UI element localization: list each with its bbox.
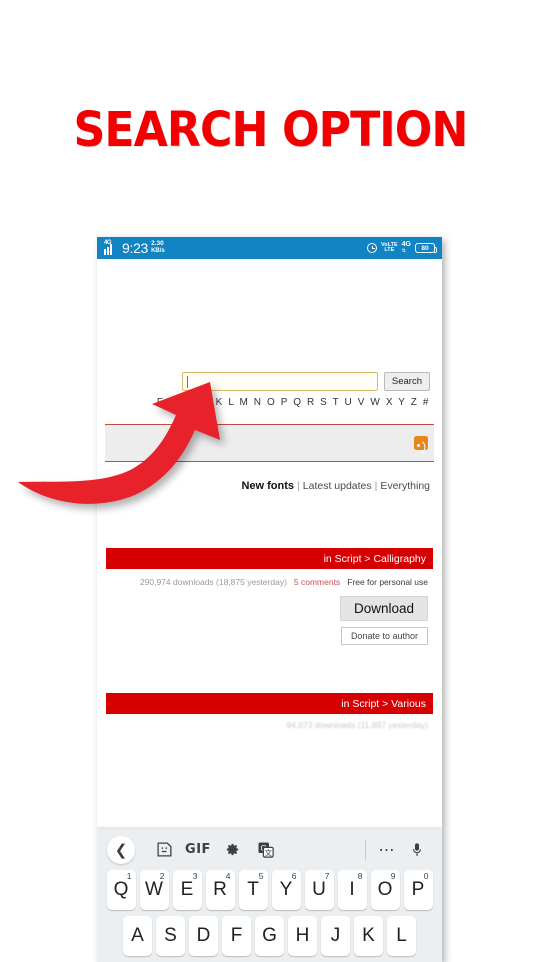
volte-label-bottom: LTE <box>384 247 395 253</box>
text-caret <box>186 376 188 388</box>
key-superscript: 7 <box>324 871 330 881</box>
alarm-clock-icon <box>367 243 378 253</box>
result-category-bar-2[interactable]: in Script > Various <box>106 693 433 714</box>
nav-separator-1: | <box>297 480 300 492</box>
row-spacer <box>105 916 119 956</box>
key-superscript: 1 <box>126 871 132 881</box>
key-f[interactable]: F <box>222 916 251 956</box>
result-comments-1[interactable]: 5 comments <box>294 577 340 587</box>
more-options-icon[interactable]: ⋯ <box>372 840 402 860</box>
key-l[interactable]: L <box>387 916 416 956</box>
key-a[interactable]: A <box>123 916 152 956</box>
key-e[interactable]: 3E <box>172 870 202 910</box>
key-o[interactable]: 9O <box>370 870 400 910</box>
key-label: W <box>145 879 163 900</box>
gif-button[interactable]: GIF <box>181 836 215 864</box>
key-label: T <box>247 879 259 900</box>
result-actions-1: Download Donate to author <box>105 596 434 645</box>
google-translate-icon[interactable]: G 文 <box>249 836 283 864</box>
key-h[interactable]: H <box>288 916 317 956</box>
gear-icon[interactable] <box>215 836 249 864</box>
download-button[interactable]: Download <box>339 596 428 621</box>
status-clock: 9:23 <box>122 240 149 256</box>
content-filter-nav: New fonts | Latest updates | Everything <box>105 480 434 492</box>
search-button[interactable]: Search <box>383 372 430 391</box>
key-superscript: 9 <box>390 871 396 881</box>
data-arrows-icon: ⇅ <box>401 248 406 254</box>
key-label: P <box>411 879 425 900</box>
key-q[interactable]: 1Q <box>106 870 136 910</box>
network-speed-unit: KB/s <box>151 247 165 254</box>
page-content: Search F G H I J K L M N O P Q R S T U V… <box>97 372 442 730</box>
microphone-icon[interactable] <box>402 841 432 859</box>
key-superscript: 5 <box>258 871 264 881</box>
keyboard-toolbar: ❮ GIF 文 ⋯ <box>97 829 442 870</box>
key-superscript: 3 <box>192 871 198 881</box>
nav-link-new-fonts[interactable]: New fonts <box>241 480 294 492</box>
mobile-data-icon: 4G ⇅ <box>401 241 411 254</box>
keyboard-rows: 1Q 2W 3E 4R 5T 6Y 7U 8I 9O 0P A S D F G … <box>97 870 442 962</box>
key-label: R <box>213 879 227 900</box>
screenshot-root: SEARCH OPTION 4G 9:23 2.30 KB/s VoLTE LT… <box>0 0 541 962</box>
result-category-bar-1[interactable]: in Script > Calligraphy <box>106 548 433 569</box>
key-p[interactable]: 0P <box>403 870 433 910</box>
nav-link-latest-updates[interactable]: Latest updates <box>303 480 372 492</box>
result-license-1: Free for personal use <box>347 577 428 587</box>
result-meta-1: 290,974 downloads (18,875 yesterday) 5 c… <box>105 577 434 587</box>
status-bar-right: VoLTE LTE 4G ⇅ 80 <box>367 241 437 254</box>
key-label: U <box>312 879 326 900</box>
key-label: Q <box>113 879 129 900</box>
key-s[interactable]: S <box>156 916 185 956</box>
key-superscript: 4 <box>225 871 231 881</box>
nav-link-everything[interactable]: Everything <box>380 480 430 492</box>
rss-band <box>105 424 434 462</box>
keyboard-row-1: 1Q 2W 3E 4R 5T 6Y 7U 8I 9O 0P <box>99 870 440 910</box>
phone-mockup: 4G 9:23 2.30 KB/s VoLTE LTE 4G ⇅ 80 Sear… <box>97 237 442 962</box>
key-u[interactable]: 7U <box>304 870 334 910</box>
key-j[interactable]: J <box>321 916 350 956</box>
key-label: O <box>377 879 393 900</box>
status-bar: 4G 9:23 2.30 KB/s VoLTE LTE 4G ⇅ 80 <box>97 237 442 259</box>
virtual-keyboard: ❮ GIF 文 ⋯ 1 Q 2 W 3 E 4 R 5 T 6 Y 7 U 8 … <box>97 829 442 962</box>
row-spacer <box>420 916 434 956</box>
network-speed-value: 2.30 <box>151 240 164 247</box>
signal-network-label: 4G <box>104 240 112 246</box>
search-input[interactable] <box>181 372 378 391</box>
sticker-icon[interactable] <box>147 836 181 864</box>
key-g[interactable]: G <box>255 916 284 956</box>
key-superscript: 2 <box>159 871 165 881</box>
key-superscript: 0 <box>423 871 429 881</box>
key-t[interactable]: 5T <box>238 870 268 910</box>
keyboard-row-2: A S D F G H J K L <box>99 916 440 956</box>
key-label: I <box>349 879 355 900</box>
key-d[interactable]: D <box>189 916 218 956</box>
key-i[interactable]: 8I <box>337 870 367 910</box>
key-w[interactable]: 2W <box>139 870 169 910</box>
rss-feed-icon[interactable] <box>414 436 428 450</box>
key-superscript: 8 <box>357 871 363 881</box>
key-y[interactable]: 6Y <box>271 870 301 910</box>
alphabet-index[interactable]: F G H I J K L M N O P Q R S T U V W X Y … <box>105 397 434 408</box>
svg-text:文: 文 <box>265 847 273 857</box>
battery-level: 80 <box>421 244 429 252</box>
key-k[interactable]: K <box>354 916 383 956</box>
browser-viewport: Search F G H I J K L M N O P Q R S T U V… <box>97 372 442 962</box>
signal-strength-icon: 4G <box>104 240 119 255</box>
key-label: E <box>180 879 194 900</box>
battery-icon: 80 <box>415 243 437 253</box>
page-title: SEARCH OPTION <box>73 102 469 158</box>
key-label: Y <box>279 879 293 900</box>
key-r[interactable]: 4R <box>205 870 235 910</box>
chevron-left-icon[interactable]: ❮ <box>107 835 135 864</box>
key-superscript: 6 <box>291 871 297 881</box>
donate-to-author-button[interactable]: Donate to author <box>340 627 428 645</box>
network-speed: 2.30 KB/s <box>151 240 165 255</box>
result-meta-2: 94,073 downloads (11,887 yesterday) <box>286 720 428 730</box>
toolbar-divider <box>365 839 366 860</box>
result-downloads-1: 290,974 downloads (18,875 yesterday) <box>139 577 287 587</box>
volte-indicator: VoLTE LTE <box>381 242 398 254</box>
status-bar-left: 4G 9:23 2.30 KB/s <box>104 240 165 256</box>
search-row: Search <box>105 372 434 391</box>
